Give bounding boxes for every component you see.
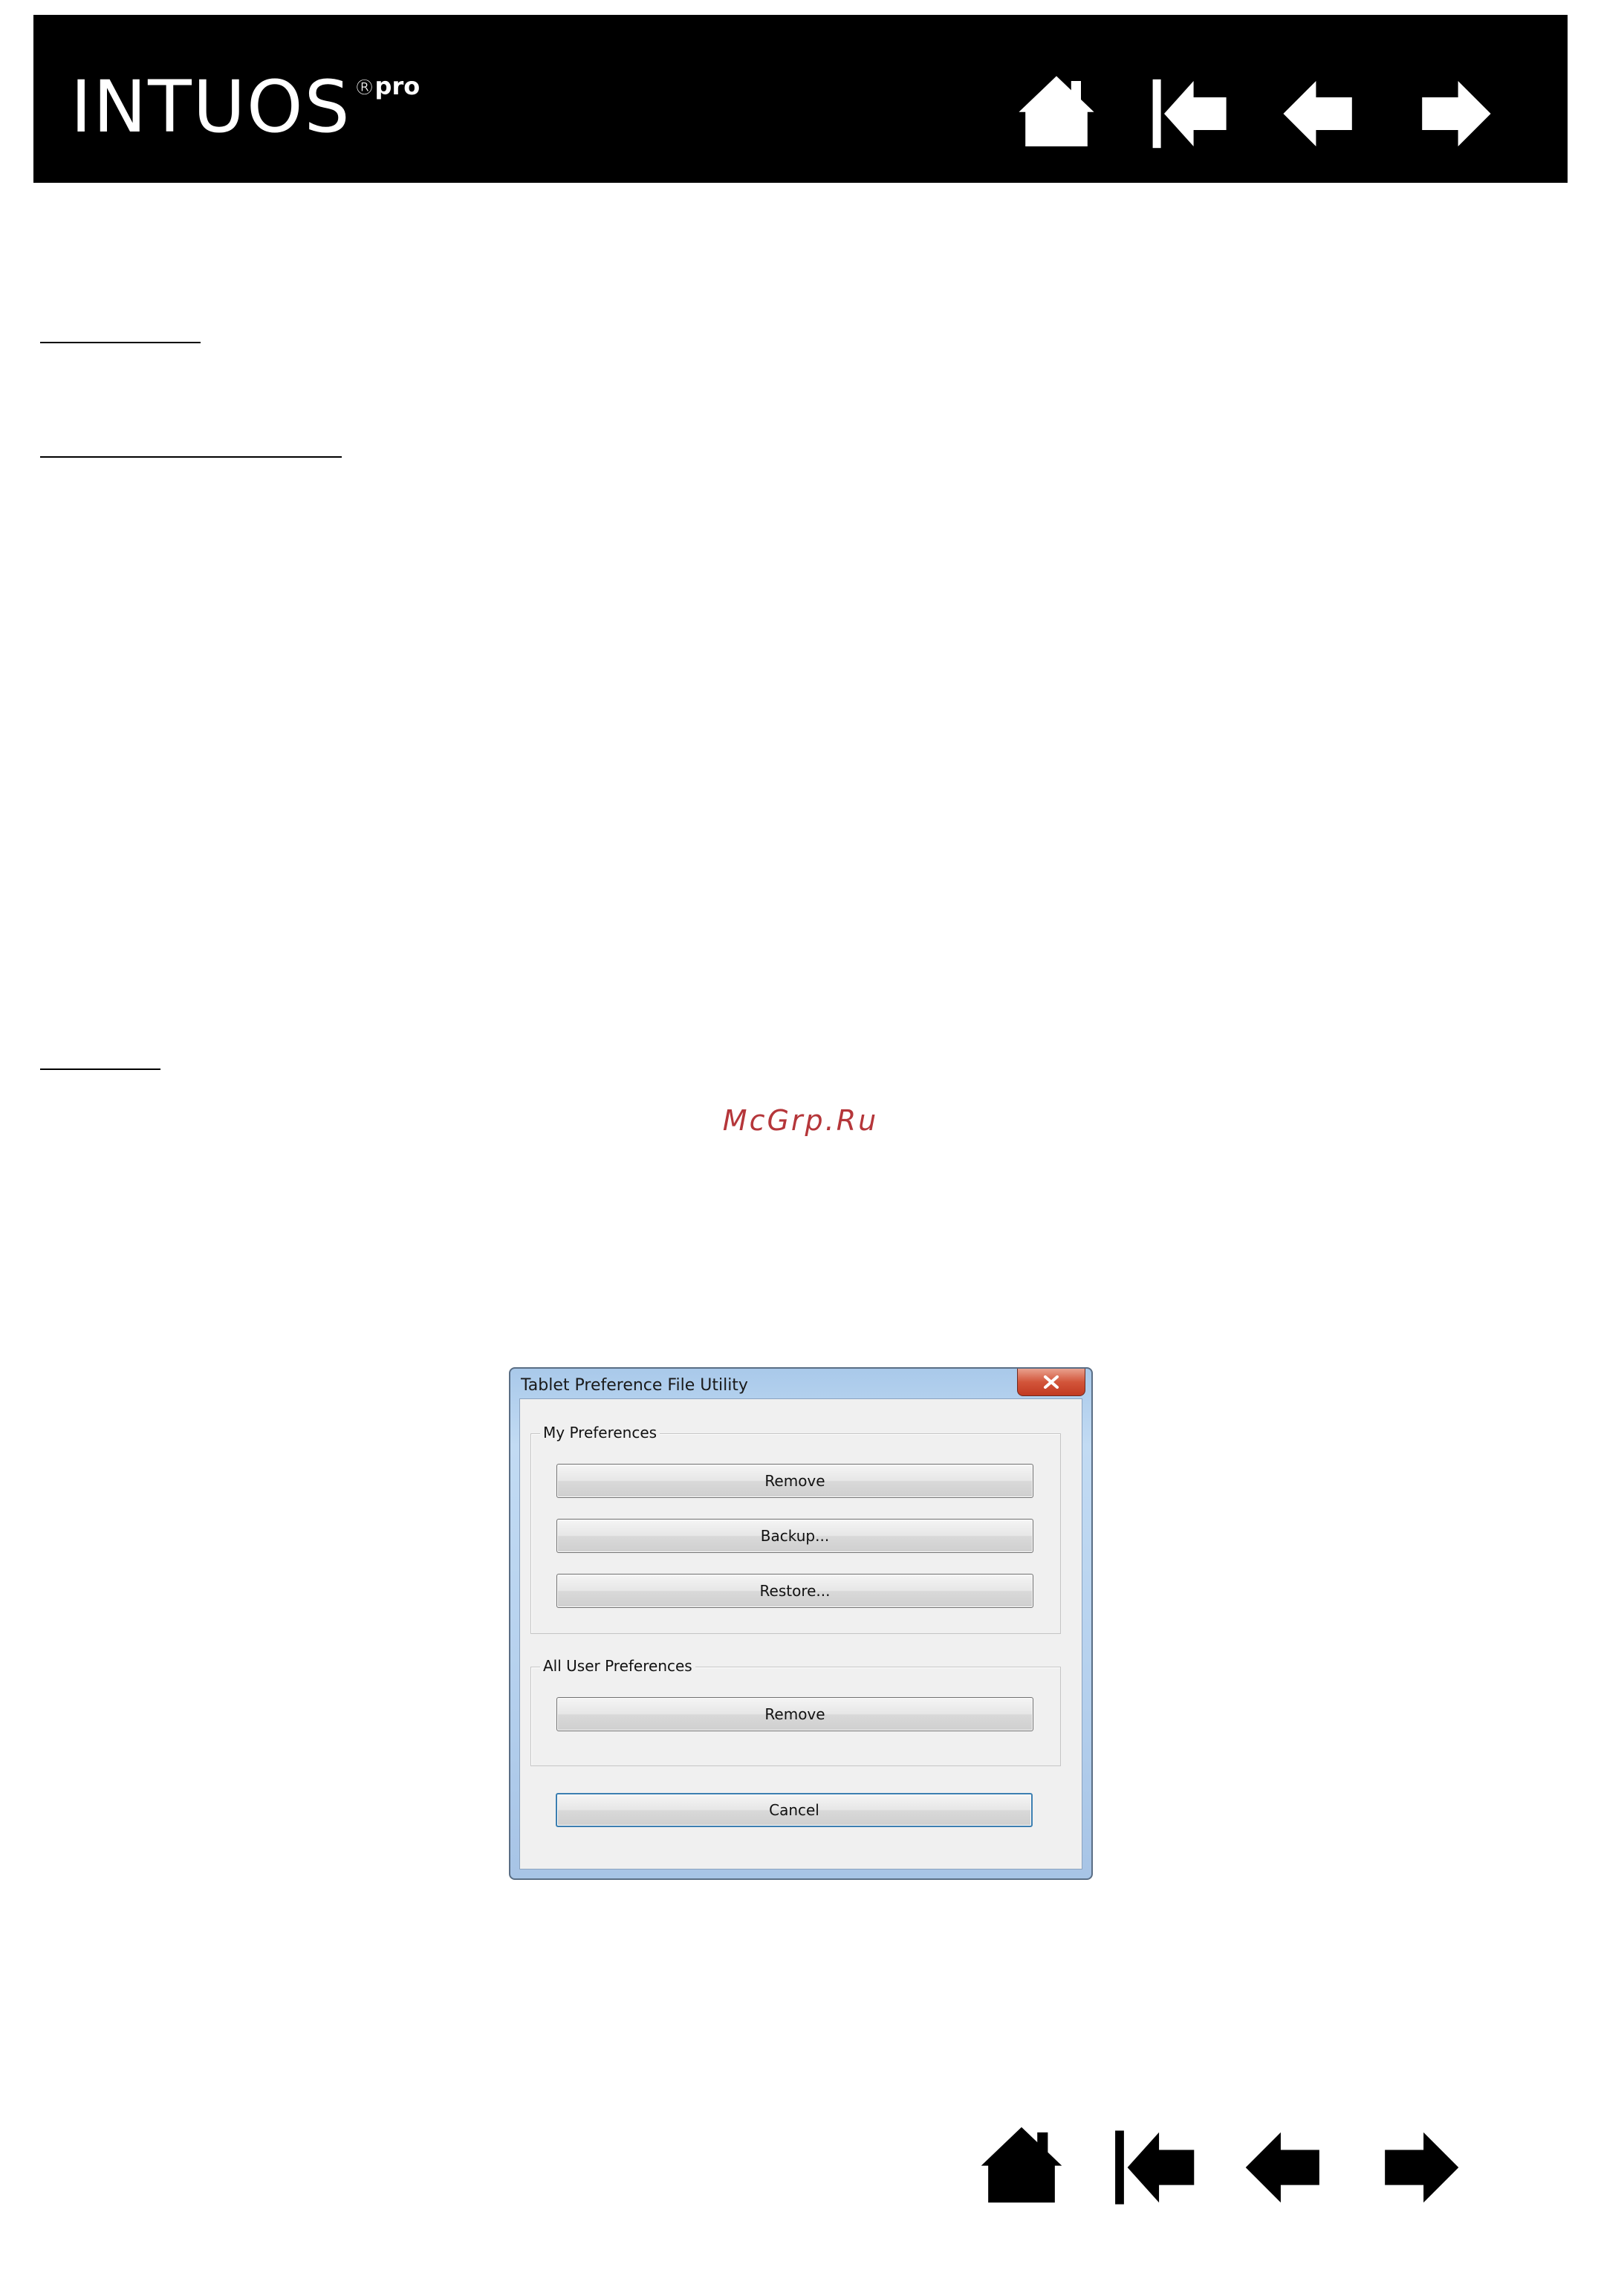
backup-button[interactable]: Backup...: [556, 1519, 1033, 1553]
close-button[interactable]: [1017, 1369, 1085, 1396]
bottom-navigation: [978, 2124, 1507, 2211]
all-users-remove-button[interactable]: Remove: [556, 1697, 1033, 1731]
home-icon[interactable]: [978, 2124, 1065, 2211]
preference-utility-dialog: Tablet Preference File Utility My Prefer…: [509, 1367, 1093, 1880]
header-bar: INTUOS ®pro: [33, 15, 1568, 183]
brand-logo: INTUOS ®pro: [71, 65, 420, 149]
top-navigation: [1016, 73, 1545, 155]
home-icon[interactable]: [1016, 73, 1097, 155]
previous-page-icon[interactable]: [1280, 73, 1362, 155]
brand-suffix: pro: [374, 72, 420, 100]
brand-name: INTUOS: [71, 65, 351, 149]
first-page-icon[interactable]: [1148, 73, 1230, 155]
my-preferences-group: My Preferences Remove Backup... Restore.…: [530, 1424, 1061, 1634]
link-underline-2: [40, 456, 342, 458]
link-underline-1: [40, 342, 201, 343]
restore-button[interactable]: Restore...: [556, 1574, 1033, 1608]
close-icon: [1044, 1375, 1059, 1389]
all-user-preferences-label: All User Preferences: [540, 1657, 695, 1675]
previous-page-icon[interactable]: [1242, 2124, 1330, 2211]
all-user-preferences-group: All User Preferences Remove: [530, 1657, 1061, 1766]
dialog-body: My Preferences Remove Backup... Restore.…: [519, 1398, 1082, 1869]
dialog-title: Tablet Preference File Utility: [521, 1376, 748, 1395]
link-underline-3: [40, 1068, 160, 1070]
next-page-icon[interactable]: [1374, 2124, 1462, 2211]
next-page-icon[interactable]: [1412, 73, 1494, 155]
my-preferences-remove-button[interactable]: Remove: [556, 1464, 1033, 1498]
watermark: McGrp.Ru: [722, 1104, 879, 1137]
first-page-icon[interactable]: [1110, 2124, 1198, 2211]
my-preferences-label: My Preferences: [540, 1424, 660, 1442]
cancel-button[interactable]: Cancel: [556, 1793, 1033, 1827]
brand-registered-mark: ®: [354, 75, 375, 100]
